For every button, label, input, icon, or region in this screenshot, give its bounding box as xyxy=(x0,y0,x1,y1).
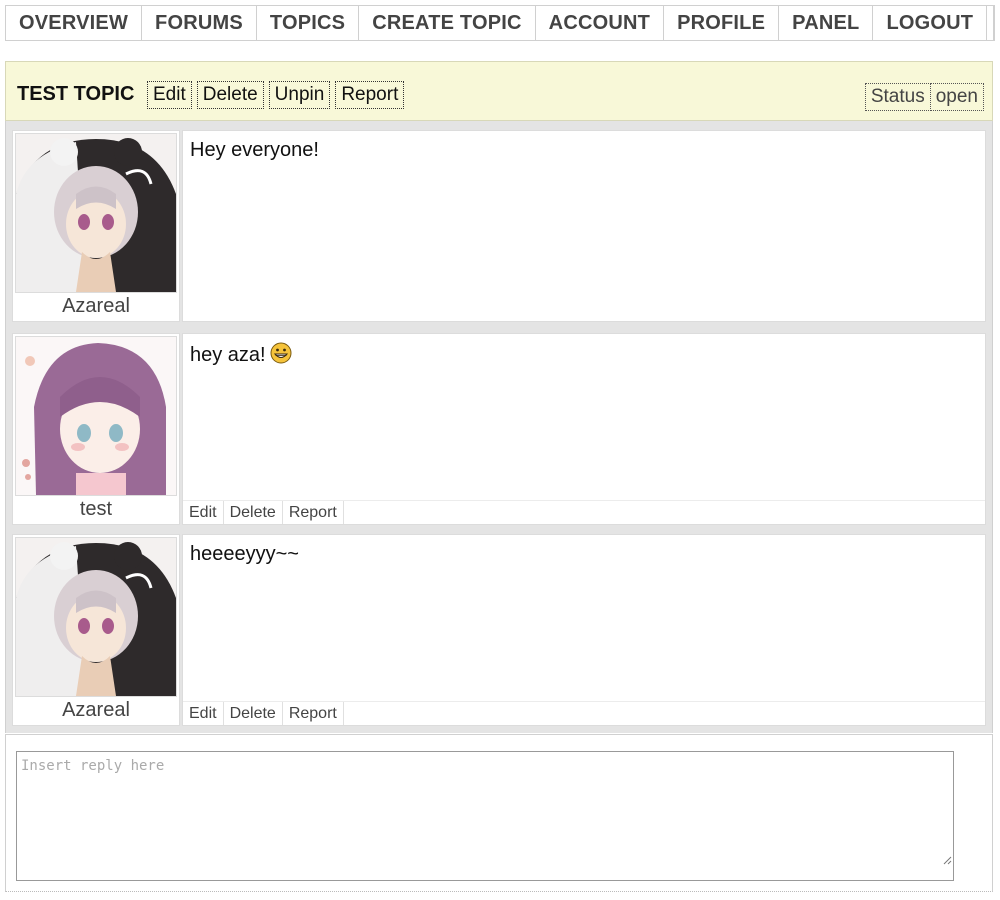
avatar-azareal-image xyxy=(16,538,176,696)
post-report-button[interactable]: Report xyxy=(283,501,344,524)
nav-account[interactable]: ACCOUNT xyxy=(536,6,665,40)
topic-unpin-button[interactable]: Unpin xyxy=(268,81,331,109)
post-author: test xyxy=(12,333,180,525)
post: Azareal heeeeyyy~~ Edit Delete Report xyxy=(12,534,986,726)
post-content: hey aza! xyxy=(190,342,292,367)
nav-profile[interactable]: PROFILE xyxy=(664,6,780,40)
post: Azareal Hey everyone! xyxy=(12,130,986,322)
nav-end-cap xyxy=(987,6,994,40)
topic-delete-button[interactable]: Delete xyxy=(196,81,264,109)
nav-panel[interactable]: PANEL xyxy=(779,6,874,40)
avatar-test-image xyxy=(16,337,176,495)
reply-form xyxy=(5,734,993,892)
nav-create-topic[interactable]: CREATE TOPIC xyxy=(359,6,536,40)
avatar[interactable] xyxy=(15,133,177,293)
topic-status: Status open xyxy=(864,83,984,111)
post-author: Azareal xyxy=(12,130,180,322)
post-content: heeeeyyy~~ xyxy=(190,543,299,565)
nav-topics[interactable]: TOPICS xyxy=(257,6,360,40)
nav-logout[interactable]: LOGOUT xyxy=(873,6,988,40)
post-delete-button[interactable]: Delete xyxy=(224,501,283,524)
main-nav: OVERVIEW FORUMS TOPICS CREATE TOPIC ACCO… xyxy=(5,5,995,41)
post-delete-button[interactable]: Delete xyxy=(224,702,283,725)
post-actions: Edit Delete Report xyxy=(183,500,985,524)
resize-grip-icon[interactable] xyxy=(942,855,952,865)
topic-title: TEST TOPIC xyxy=(17,83,135,105)
post-body: Hey everyone! xyxy=(182,130,986,322)
post-username[interactable]: Azareal xyxy=(13,295,179,318)
post-edit-button[interactable]: Edit xyxy=(183,501,224,524)
reply-input[interactable] xyxy=(16,751,954,881)
avatar[interactable] xyxy=(15,336,177,496)
topic-report-button[interactable]: Report xyxy=(335,81,405,109)
post-username[interactable]: test xyxy=(13,498,179,521)
post-body: heeeeyyy~~ Edit Delete Report xyxy=(182,534,986,726)
status-label: Status xyxy=(864,83,931,111)
post-username[interactable]: Azareal xyxy=(13,699,179,722)
post-report-button[interactable]: Report xyxy=(283,702,344,725)
post-actions: Edit Delete Report xyxy=(183,701,985,725)
nav-forums[interactable]: FORUMS xyxy=(142,6,257,40)
status-value: open xyxy=(930,83,984,111)
nav-overview[interactable]: OVERVIEW xyxy=(6,6,143,40)
post-edit-button[interactable]: Edit xyxy=(183,702,224,725)
avatar-azareal-image xyxy=(16,134,176,292)
topic-header: TEST TOPIC Edit Delete Unpin Report Stat… xyxy=(5,61,993,121)
topic-actions: Edit Delete Unpin Report xyxy=(147,81,405,109)
posts-list: Azareal Hey everyone! test hey aza! Edit… xyxy=(5,121,993,733)
post: test hey aza! Edit Delete Report xyxy=(12,333,986,525)
post-body: hey aza! Edit Delete Report xyxy=(182,333,986,525)
post-author: Azareal xyxy=(12,534,180,726)
avatar[interactable] xyxy=(15,537,177,697)
post-text: hey aza! xyxy=(190,344,266,366)
topic-edit-button[interactable]: Edit xyxy=(147,81,192,109)
post-content: Hey everyone! xyxy=(190,139,319,161)
grinning-face-icon xyxy=(270,342,292,364)
